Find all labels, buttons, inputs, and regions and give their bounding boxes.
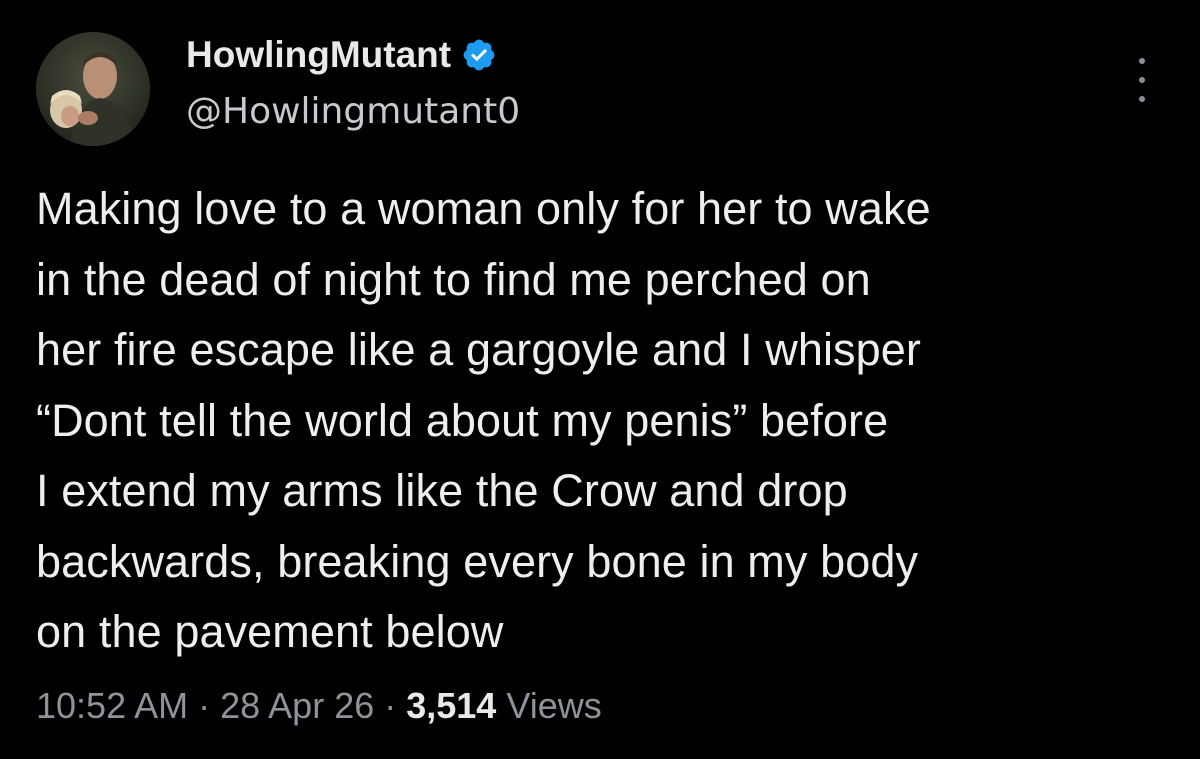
user-handle[interactable]: @Howlingmutant0 — [186, 94, 520, 130]
meta-separator: · — [198, 685, 211, 726]
more-vertical-icon — [1139, 58, 1145, 64]
views-count[interactable]: 3,514 — [406, 685, 496, 726]
views-label[interactable]: Views — [506, 685, 601, 726]
tweet-meta: 10:52 AM · 28 Apr 26 · 3,514 Views — [36, 688, 602, 724]
more-vertical-icon-dot — [1139, 96, 1145, 102]
tweet-date[interactable]: 28 Apr 26 — [220, 685, 374, 726]
tweet-text: Making love to a woman only for her to w… — [36, 183, 931, 657]
more-options-button[interactable] — [1132, 58, 1152, 102]
meta-separator: · — [384, 685, 397, 726]
more-vertical-icon-dot — [1139, 77, 1145, 83]
avatar[interactable] — [36, 32, 150, 146]
user-name-row: HowlingMutant — [186, 36, 497, 73]
avatar-photo — [36, 32, 150, 146]
tweet-time[interactable]: 10:52 AM — [36, 685, 188, 726]
display-name[interactable]: HowlingMutant — [186, 36, 451, 73]
verified-badge-icon — [461, 37, 497, 73]
tweet: HowlingMutant @Howlingmutant0 Making lov… — [0, 0, 1200, 759]
